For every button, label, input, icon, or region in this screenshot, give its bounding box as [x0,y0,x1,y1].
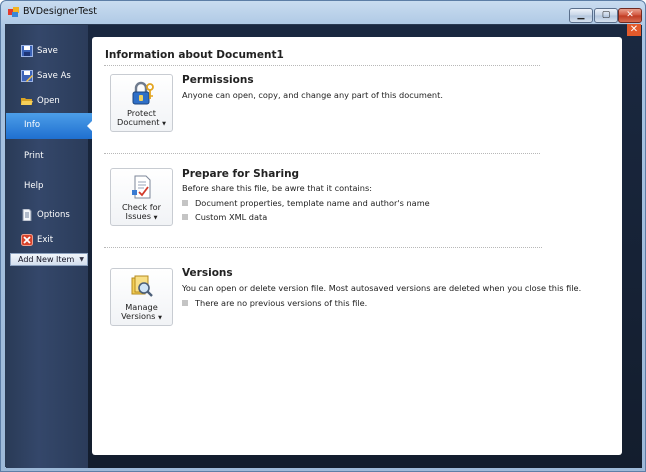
divider [104,153,540,154]
close-backstage-button[interactable]: ✕ [627,24,641,36]
lock-key-icon [132,81,154,105]
sidebar-item-label: Options [37,210,70,220]
sidebar-item-exit[interactable]: Exit [6,228,92,252]
chevron-down-icon: ▼ [79,256,84,263]
button-label-line2: Versions [121,311,156,321]
sidebar-item-label: Save As [37,71,71,81]
sidebar-item-label: Help [24,181,44,191]
sidebar-item-print[interactable]: Print [6,144,92,168]
chevron-down-icon: ▼ [153,215,158,221]
open-folder-icon [21,98,33,105]
sidebar-item-label: Exit [37,235,54,245]
list-item: Document properties, template name and a… [182,198,430,208]
options-icon [22,209,32,221]
sidebar-item-label: Save [37,46,58,56]
sidebar-item-label: Open [37,96,60,106]
exit-icon [21,234,33,246]
add-new-item-label: Add New Item [18,255,75,264]
chevron-down-icon: ▼ [158,315,162,321]
sidebar-item-save-as[interactable]: Save As [6,64,92,88]
maximize-icon: ▢ [601,10,611,20]
section-title-permissions: Permissions [182,74,254,86]
info-panel: Information about Document1 Protect Docu… [92,37,622,455]
window-title: BVDesignerTest [23,6,97,17]
sidebar-item-help[interactable]: Help [6,174,92,198]
section-desc-prepare-for-sharing: Before share this file, be awre that it … [182,183,372,193]
section-desc-permissions: Anyone can open, copy, and change any pa… [182,90,443,100]
close-window-button[interactable]: ✕ [618,8,642,23]
minimize-button[interactable]: ▁ [569,8,593,23]
manage-versions-button[interactable]: Manage Versions ▼ [110,268,173,326]
sidebar-item-label: Print [24,151,44,161]
list-item: Custom XML data [182,212,267,222]
sidebar-item-info[interactable]: Info [6,113,93,139]
button-label-line2: Document [117,117,160,127]
protect-document-button[interactable]: Protect Document ▼ [110,74,173,132]
sidebar-item-label: Info [24,120,41,130]
minimize-icon: ▁ [577,10,585,20]
title-bar[interactable]: BVDesignerTest ▁ ▢ ✕ [1,1,645,23]
sidebar-item-options[interactable]: Options [6,203,92,227]
section-desc-versions: You can open or delete version file. Mos… [182,283,582,293]
maximize-button[interactable]: ▢ [594,8,618,23]
backstage-sidebar: Save Save As Open Info Print Help Option… [6,25,93,468]
sidebar-item-save[interactable]: Save [6,39,92,63]
divider [104,65,540,66]
section-title-versions: Versions [182,267,233,279]
check-document-icon [132,175,151,199]
check-for-issues-button[interactable]: Check for Issues ▼ [110,168,173,226]
list-item: There are no previous versions of this f… [182,298,367,308]
chevron-down-icon: ▼ [162,121,166,127]
divider [104,247,542,248]
versions-magnifier-icon [131,275,153,297]
button-label-line2: Issues [125,211,151,221]
add-new-item-button[interactable]: Add New Item ▼ [10,253,88,266]
save-icon [21,45,33,57]
save-as-icon [21,70,33,82]
close-icon: ✕ [626,10,634,20]
page-title: Information about Document1 [105,49,284,61]
section-title-prepare-for-sharing: Prepare for Sharing [182,168,300,180]
close-icon: ✕ [629,24,639,35]
app-icon [8,7,19,17]
sidebar-item-open[interactable]: Open [6,89,92,113]
